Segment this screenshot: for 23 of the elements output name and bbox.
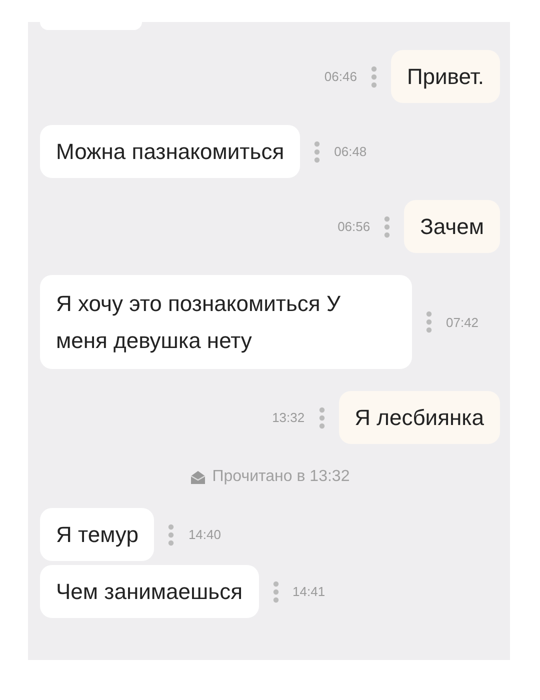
read-status: Прочитано в 13:32 (212, 468, 350, 486)
message-bubble: Я темур (40, 508, 154, 561)
message-bubble: Я лесбиянка (338, 391, 500, 444)
message-bubble: Я хочу это познакомиться У меня девушка нету (40, 275, 412, 369)
message-time: 13:32 (272, 410, 305, 425)
more-icon[interactable] (168, 524, 174, 546)
message-time: 06:56 (338, 219, 370, 234)
message-bubble: Чем занимаешься (40, 565, 259, 618)
envelope-icon (190, 470, 206, 484)
message-time: 14:40 (188, 527, 221, 542)
message-time: 06:46 (324, 69, 357, 84)
more-icon[interactable] (318, 406, 325, 428)
message-time: 07:42 (446, 314, 479, 330)
message-bubble: Можна пазнакомиться (40, 125, 300, 178)
message-time: 14:41 (292, 584, 326, 599)
more-icon[interactable] (272, 580, 279, 602)
more-icon[interactable] (384, 216, 390, 238)
more-icon[interactable] (426, 311, 432, 333)
more-icon[interactable] (370, 66, 377, 88)
message-bubble: Привет. (390, 50, 500, 103)
message-bubble: Зачем (404, 200, 500, 253)
more-icon[interactable] (314, 140, 320, 162)
message-time: 06:48 (334, 144, 367, 159)
